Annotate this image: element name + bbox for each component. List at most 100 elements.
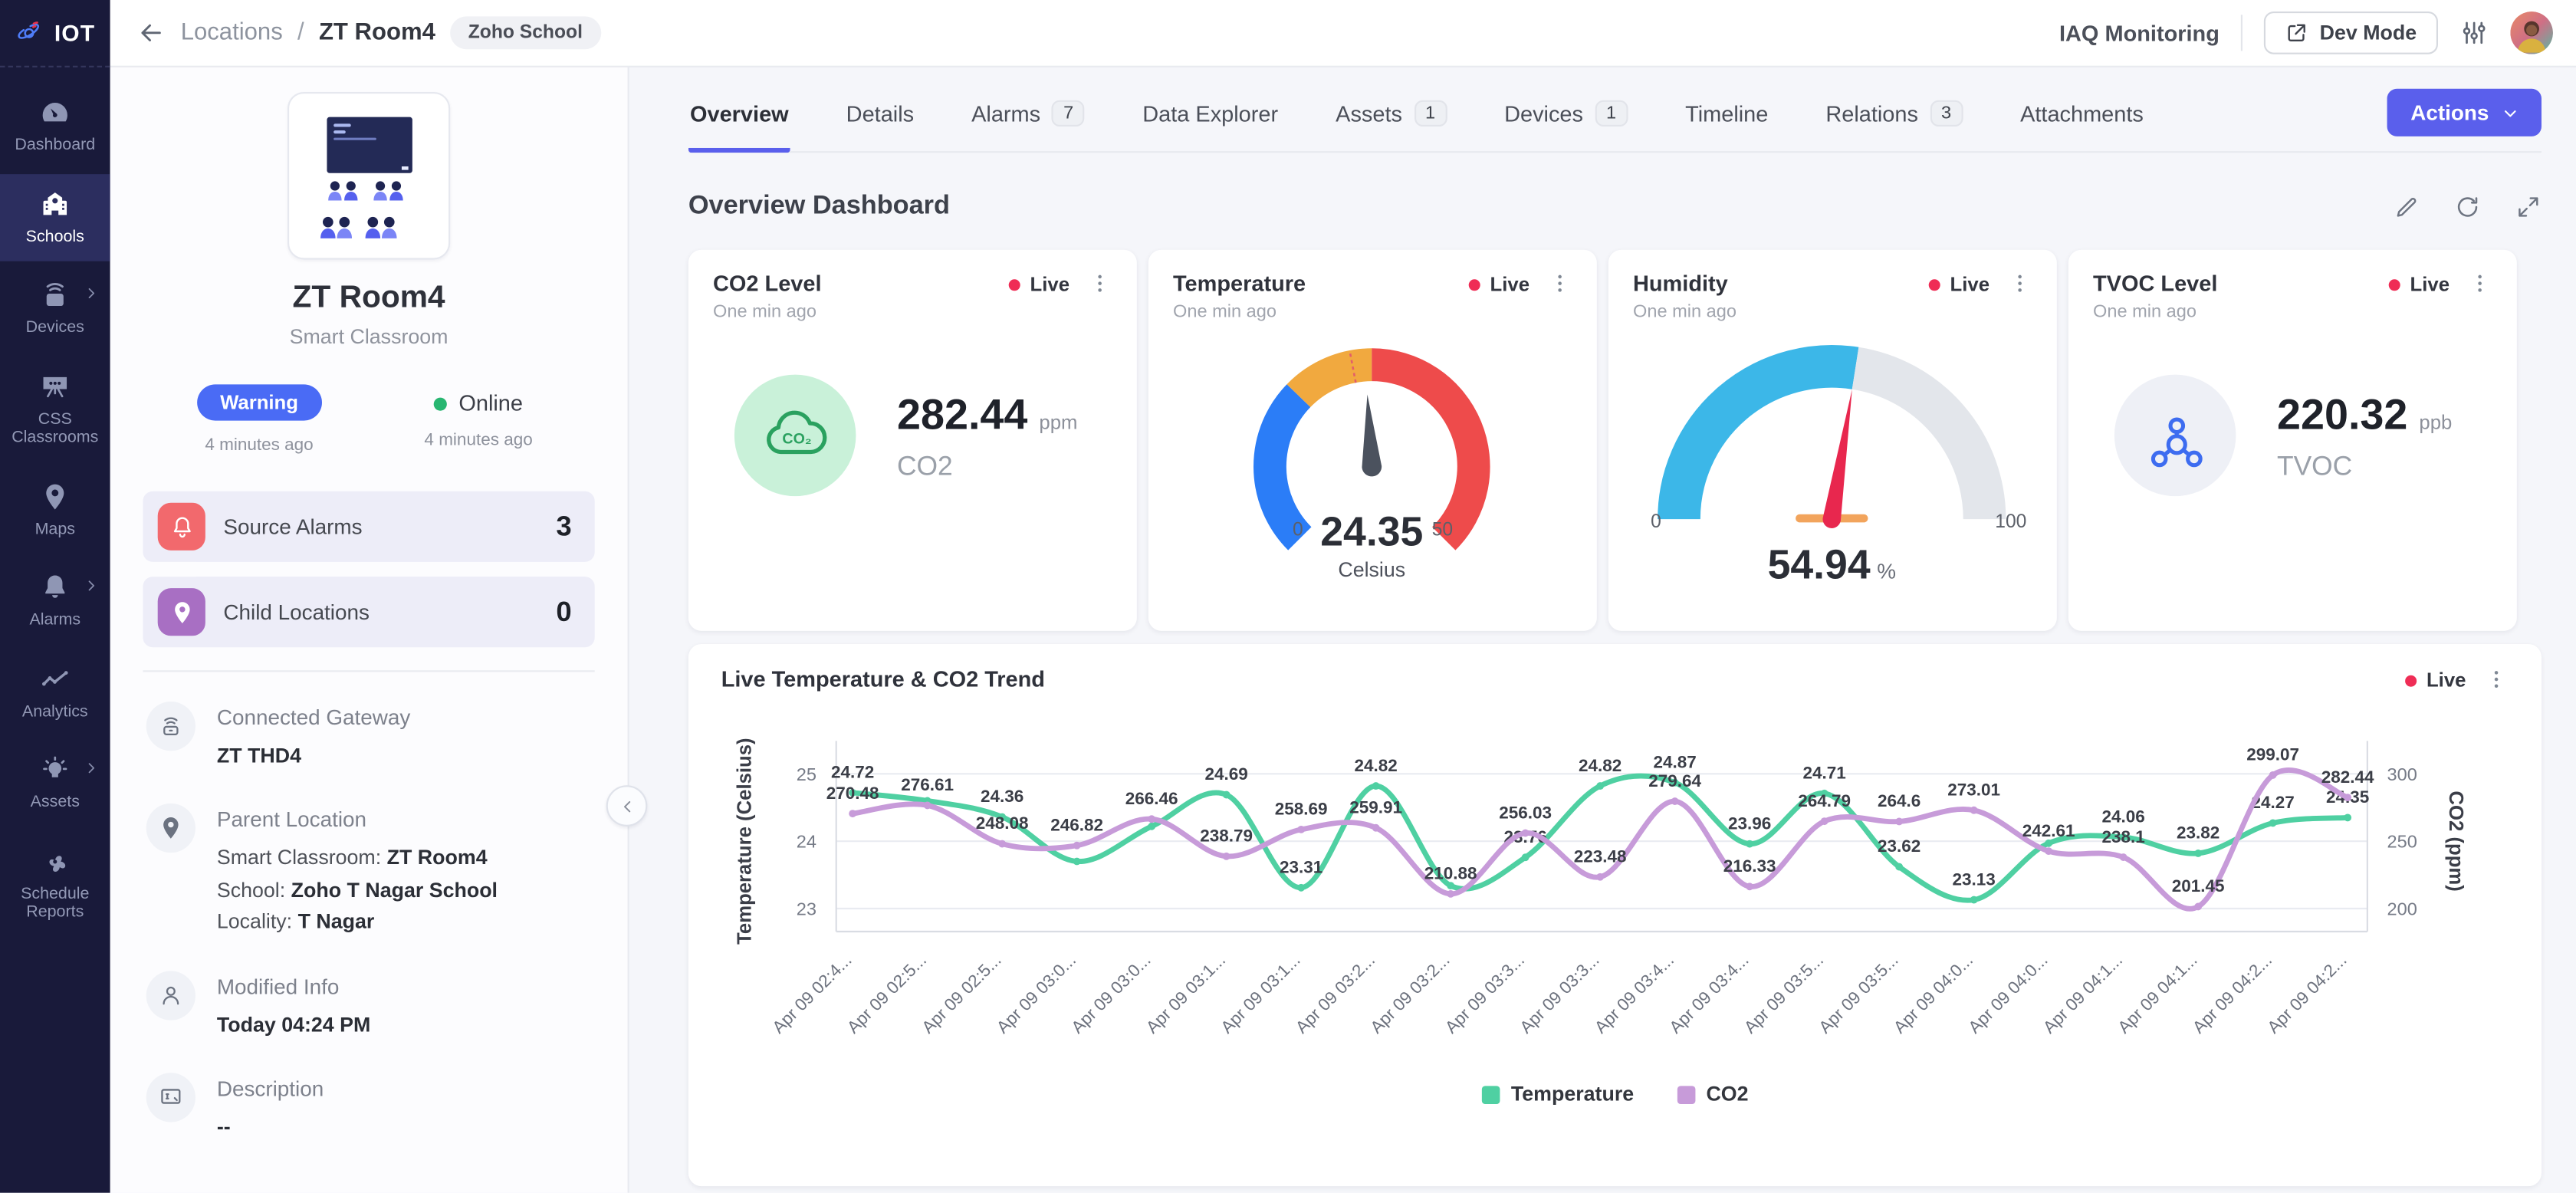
kebab-menu-icon[interactable] bbox=[2008, 271, 2032, 296]
stat-value: 0 bbox=[556, 596, 571, 629]
kebab-menu-icon[interactable] bbox=[2484, 667, 2509, 692]
tab-attachments[interactable]: Attachments bbox=[2019, 92, 2145, 153]
sidebar-item-label: Maps bbox=[35, 520, 75, 539]
stat-label: Child Locations bbox=[223, 600, 369, 624]
tab-overview[interactable]: Overview bbox=[688, 92, 790, 153]
info-label: Connected Gateway bbox=[217, 705, 410, 729]
legend-swatch bbox=[1677, 1085, 1695, 1103]
stat-row-source-alarms[interactable]: Source Alarms3 bbox=[143, 491, 594, 562]
tab-alarms[interactable]: Alarms7 bbox=[970, 90, 1086, 153]
sidebar-item-assets[interactable]: Assets bbox=[0, 739, 110, 827]
tab-assets[interactable]: Assets 1 bbox=[1334, 90, 1448, 153]
svg-text:24.71: 24.71 bbox=[1802, 763, 1845, 782]
kebab-menu-icon[interactable] bbox=[1088, 271, 1112, 296]
info-modified-info: Modified InfoToday 04:24 PM bbox=[146, 970, 592, 1041]
tab-devices[interactable]: Devices1 bbox=[1503, 90, 1629, 153]
status-badge: Warning bbox=[197, 384, 321, 420]
legend-item-co2[interactable]: CO2 bbox=[1677, 1083, 1749, 1106]
tvoc-value: 220.32 bbox=[2277, 389, 2407, 438]
stat-label: Source Alarms bbox=[223, 514, 362, 539]
svg-text:264.6: 264.6 bbox=[1878, 791, 1921, 810]
card-title: TVOC Level bbox=[2093, 271, 2217, 296]
settings-sliders-icon[interactable] bbox=[2459, 18, 2489, 48]
live-label: Live bbox=[1490, 273, 1530, 296]
sidebar-item-maps[interactable]: Maps bbox=[0, 466, 110, 554]
breadcrumb-locations[interactable]: Locations bbox=[181, 20, 283, 46]
user-avatar[interactable] bbox=[2510, 12, 2553, 54]
svg-text:23.13: 23.13 bbox=[1952, 869, 1995, 889]
tvoc-label: TVOC bbox=[2277, 451, 2452, 482]
svg-text:300: 300 bbox=[2387, 764, 2417, 784]
location-stats: Source Alarms3 Child Locations 0 bbox=[110, 491, 628, 648]
brand-logo[interactable]: IOT bbox=[0, 0, 110, 67]
legend-swatch bbox=[1481, 1085, 1500, 1103]
stat-row-child-locations[interactable]: Child Locations 0 bbox=[143, 577, 594, 647]
divider bbox=[2241, 15, 2242, 51]
svg-text:248.08: 248.08 bbox=[976, 813, 1029, 833]
svg-text:238.79: 238.79 bbox=[1200, 827, 1253, 846]
svg-text:Apr 09 04:1...: Apr 09 04:1... bbox=[2114, 950, 2200, 1037]
svg-text:Apr 09 03:3...: Apr 09 03:3... bbox=[1516, 950, 1602, 1037]
legend-item-temperature[interactable]: Temperature bbox=[1481, 1083, 1634, 1106]
sidebar-item-css-classrooms[interactable]: CSS Classrooms bbox=[0, 356, 110, 462]
tab-label: Data Explorer bbox=[1142, 102, 1278, 127]
school-icon bbox=[39, 188, 71, 219]
actions-button[interactable]: Actions bbox=[2387, 89, 2542, 136]
svg-text:23: 23 bbox=[797, 899, 816, 919]
svg-text:24.82: 24.82 bbox=[1354, 756, 1397, 775]
temperature-card: Temperature One min ago Live 05024.35Cel… bbox=[1148, 250, 1597, 631]
chart-title: Live Temperature & CO2 Trend bbox=[721, 667, 1045, 692]
fullscreen-dashboard-icon[interactable] bbox=[2515, 194, 2542, 220]
kebab-menu-icon[interactable] bbox=[2468, 271, 2492, 296]
sidebar-item-analytics[interactable]: Analytics bbox=[0, 648, 110, 736]
tab-timeline[interactable]: Timeline bbox=[1684, 92, 1770, 153]
tab-count-badge: 1 bbox=[1414, 100, 1447, 127]
sidebar-item-devices[interactable]: Devices bbox=[0, 265, 110, 353]
tab-details[interactable]: Details bbox=[845, 92, 916, 153]
svg-text:250: 250 bbox=[2387, 832, 2417, 852]
bell-icon bbox=[158, 503, 205, 550]
svg-text:270.48: 270.48 bbox=[826, 784, 879, 803]
online-dot bbox=[434, 397, 447, 410]
dev-mode-button[interactable]: Dev Mode bbox=[2264, 12, 2438, 54]
svg-text:24.69: 24.69 bbox=[1204, 764, 1247, 784]
svg-text:242.61: 242.61 bbox=[2022, 821, 2075, 840]
card-title: Temperature bbox=[1173, 271, 1306, 296]
card-title: Humidity bbox=[1633, 271, 1737, 296]
back-arrow-icon[interactable] bbox=[136, 18, 166, 48]
sidebar-item-dashboard[interactable]: Dashboard bbox=[0, 82, 110, 170]
svg-text:CO2 (ppm): CO2 (ppm) bbox=[2445, 790, 2466, 891]
svg-text:Apr 09 03:0...: Apr 09 03:0... bbox=[1067, 950, 1154, 1037]
card-updated: One min ago bbox=[1633, 302, 1737, 322]
location-type: Smart Classroom bbox=[110, 325, 628, 348]
molecule-icon bbox=[2114, 375, 2236, 497]
sidebar-item-schedule-reports[interactable]: Schedule Reports bbox=[0, 830, 110, 937]
svg-text:24.82: 24.82 bbox=[1579, 756, 1622, 775]
kebab-menu-icon[interactable] bbox=[1548, 271, 1572, 296]
refresh-dashboard-icon[interactable] bbox=[2454, 194, 2480, 220]
tab-data-explorer[interactable]: Data Explorer bbox=[1141, 92, 1280, 153]
sidebar-item-schools[interactable]: Schools bbox=[0, 173, 110, 261]
tab-relations[interactable]: Relations3 bbox=[1824, 90, 1964, 153]
panel-collapse-button[interactable] bbox=[606, 785, 648, 827]
location-panel: ZT Room4 Smart Classroom Warning 4 minut… bbox=[110, 66, 629, 1193]
svg-text:264.79: 264.79 bbox=[1798, 791, 1851, 810]
chevron-right-icon bbox=[84, 761, 98, 775]
info-description: Description-- bbox=[146, 1073, 592, 1144]
tab-label: Assets bbox=[1336, 101, 1402, 126]
sidebar-item-alarms[interactable]: Alarms bbox=[0, 557, 110, 645]
edit-dashboard-icon[interactable] bbox=[2394, 194, 2420, 220]
live-dot bbox=[1929, 278, 1940, 290]
svg-text:246.82: 246.82 bbox=[1050, 815, 1103, 834]
tab-label: Details bbox=[846, 102, 914, 127]
card-title: CO2 Level bbox=[713, 271, 821, 296]
chevron-right-icon bbox=[84, 578, 98, 593]
svg-text:CO₂: CO₂ bbox=[782, 431, 811, 448]
breadcrumb-separator: / bbox=[297, 20, 304, 46]
tab-count-badge: 7 bbox=[1052, 100, 1085, 127]
app-name: IAQ Monitoring bbox=[2059, 21, 2220, 45]
svg-text:23.31: 23.31 bbox=[1280, 857, 1322, 876]
tabs-bar: Overview Details Alarms7 Data Explorer Asset… bbox=[688, 89, 2542, 153]
svg-text:201.45: 201.45 bbox=[2172, 876, 2225, 896]
map-pin-icon bbox=[39, 481, 71, 512]
